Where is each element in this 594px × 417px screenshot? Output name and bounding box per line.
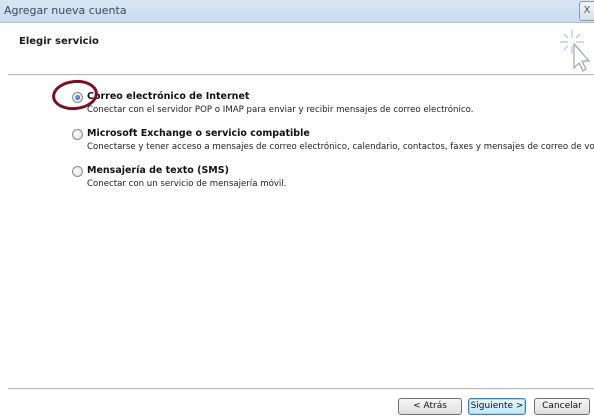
cancel-button[interactable]: Cancelar <box>534 398 590 415</box>
sms-radio[interactable] <box>72 166 83 177</box>
option-exchange[interactable]: Microsoft Exchange o servicio compatible… <box>72 128 594 152</box>
exchange-label[interactable]: Microsoft Exchange o servicio compatible <box>87 128 310 139</box>
footer-divider <box>8 388 594 390</box>
internet-email-description: Conectar con el servidor POP o IMAP para… <box>87 105 474 115</box>
wizard-header: Elegir servicio <box>0 23 594 74</box>
exchange-description: Conectarse y tener acceso a mensajes de … <box>87 142 594 152</box>
add-account-dialog: Agregar nueva cuenta X Elegir servicio C… <box>0 0 594 417</box>
exchange-radio[interactable] <box>72 129 83 140</box>
window-title: Agregar nueva cuenta <box>4 4 127 17</box>
page-title: Elegir servicio <box>19 36 99 47</box>
internet-email-label[interactable]: Correo electrónico de Internet <box>87 91 249 102</box>
option-sms[interactable]: Mensajería de texto (SMS) Conectar con u… <box>72 165 592 189</box>
internet-email-radio[interactable] <box>72 92 83 103</box>
next-button[interactable]: Siguiente > <box>468 398 526 415</box>
title-bar: Agregar nueva cuenta X <box>0 0 594 23</box>
header-divider <box>8 74 594 76</box>
sms-label[interactable]: Mensajería de texto (SMS) <box>87 165 229 176</box>
back-button[interactable]: < Atrás <box>398 398 462 415</box>
close-button[interactable]: X <box>579 1 594 21</box>
wizard-sparkle-cursor-icon <box>560 30 591 72</box>
sms-description: Conectar con un servicio de mensajería m… <box>87 179 287 189</box>
option-internet-email[interactable]: Correo electrónico de Internet Conectar … <box>72 91 592 115</box>
